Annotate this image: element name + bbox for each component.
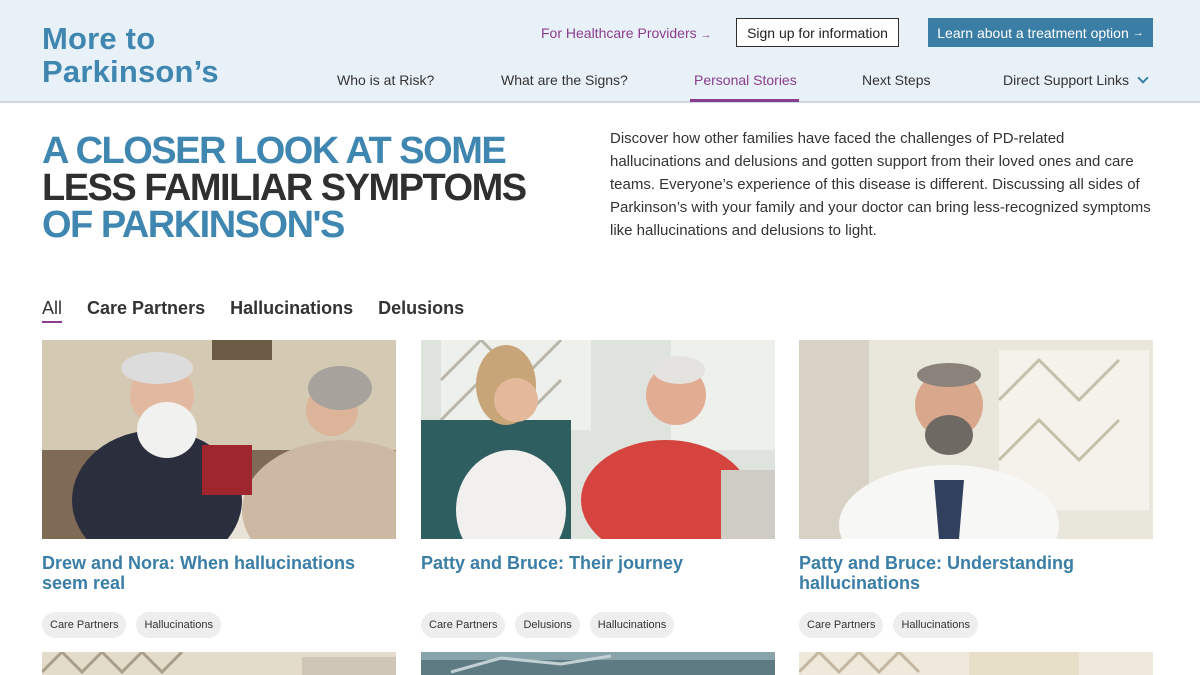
signup-button-label: Sign up for information xyxy=(747,24,888,41)
nav-item-personal-stories[interactable]: Personal Stories xyxy=(694,72,797,88)
healthcare-providers-link[interactable]: For Healthcare Providers → xyxy=(541,25,712,41)
story-tags: Care Partners Hallucinations xyxy=(799,612,978,638)
story-tags: Care Partners Delusions Hallucinations xyxy=(421,612,675,638)
title-line-2: LESS FAMILIAR SYMPTOMS xyxy=(42,167,527,209)
filter-all[interactable]: All xyxy=(42,298,63,323)
story-video-thumbnail[interactable] xyxy=(42,652,396,675)
nav-item-signs[interactable]: What are the Signs? xyxy=(501,72,628,88)
story-video-thumbnail[interactable] xyxy=(421,652,775,675)
tag-chip[interactable]: Hallucinations xyxy=(893,612,978,638)
signup-button[interactable]: Sign up for information xyxy=(736,18,899,47)
filter-delusions[interactable]: Delusions xyxy=(378,298,464,319)
intro-paragraph: Discover how other families have faced t… xyxy=(610,130,1151,239)
story-tags: Care Partners Hallucinations xyxy=(42,612,221,638)
tag-chip[interactable]: Delusions xyxy=(515,612,580,638)
site-logo[interactable]: More to Parkinson’s xyxy=(42,22,219,88)
nav-item-next-steps[interactable]: Next Steps xyxy=(862,72,930,88)
nav-label: Next Steps xyxy=(862,72,931,88)
story-title[interactable]: Patty and Bruce: Their journey xyxy=(421,553,775,593)
story-video-thumbnail[interactable] xyxy=(42,340,396,539)
tag-chip[interactable]: Care Partners xyxy=(421,612,506,638)
story-card[interactable]: Patty and Bruce: Their journey Care Part… xyxy=(421,340,775,638)
site-header: More to Parkinson’s For Healthcare Provi… xyxy=(0,0,1200,103)
story-video-thumbnail[interactable] xyxy=(799,340,1153,539)
nav-item-direct-support-links[interactable]: Direct Support Links xyxy=(1003,72,1149,88)
page-title: A CLOSER LOOK AT SOME LESS FAMILIAR SYMP… xyxy=(42,130,562,246)
tag-chip[interactable]: Hallucinations xyxy=(589,612,675,638)
title-line-1: A CLOSER LOOK AT SOME xyxy=(42,130,507,172)
arrow-right-icon: → xyxy=(1132,26,1144,39)
logo-line-2: Parkinson’s xyxy=(42,54,219,89)
story-card[interactable]: Patty and Bruce: Understanding hallucina… xyxy=(799,340,1153,638)
story-title[interactable]: Patty and Bruce: Understanding hallucina… xyxy=(799,553,1153,593)
story-video-thumbnail[interactable] xyxy=(421,340,775,539)
logo-line-1: More to xyxy=(42,21,156,56)
tag-chip[interactable]: Care Partners xyxy=(799,612,884,638)
active-nav-indicator xyxy=(690,99,799,102)
learn-treatment-button[interactable]: Learn about a treatment option → xyxy=(928,18,1153,47)
story-video-thumbnail[interactable] xyxy=(799,652,1153,675)
tag-chip[interactable]: Care Partners xyxy=(42,612,127,638)
nav-label: Personal Stories xyxy=(694,72,797,88)
learn-button-label: Learn about a treatment option xyxy=(937,24,1129,41)
nav-label: Who is at Risk? xyxy=(337,72,435,88)
arrow-right-icon: → xyxy=(700,29,712,41)
story-title[interactable]: Drew and Nora: When hallucinations seem … xyxy=(42,553,396,593)
nav-label: Direct Support Links xyxy=(1003,72,1130,88)
nav-item-who-is-at-risk[interactable]: Who is at Risk? xyxy=(337,72,434,88)
story-card[interactable]: Drew and Nora: When hallucinations seem … xyxy=(42,340,396,638)
nav-label: What are the Signs? xyxy=(501,72,628,88)
story-filter-tabs: All Care Partners Hallucinations Delusio… xyxy=(42,298,489,323)
chevron-down-icon xyxy=(1137,72,1149,84)
title-line-3: OF PARKINSON'S xyxy=(42,204,345,246)
tag-chip[interactable]: Hallucinations xyxy=(136,612,221,638)
hcp-link-label: For Healthcare Providers xyxy=(541,25,697,41)
filter-hallucinations[interactable]: Hallucinations xyxy=(230,298,353,319)
filter-care-partners[interactable]: Care Partners xyxy=(87,298,205,319)
